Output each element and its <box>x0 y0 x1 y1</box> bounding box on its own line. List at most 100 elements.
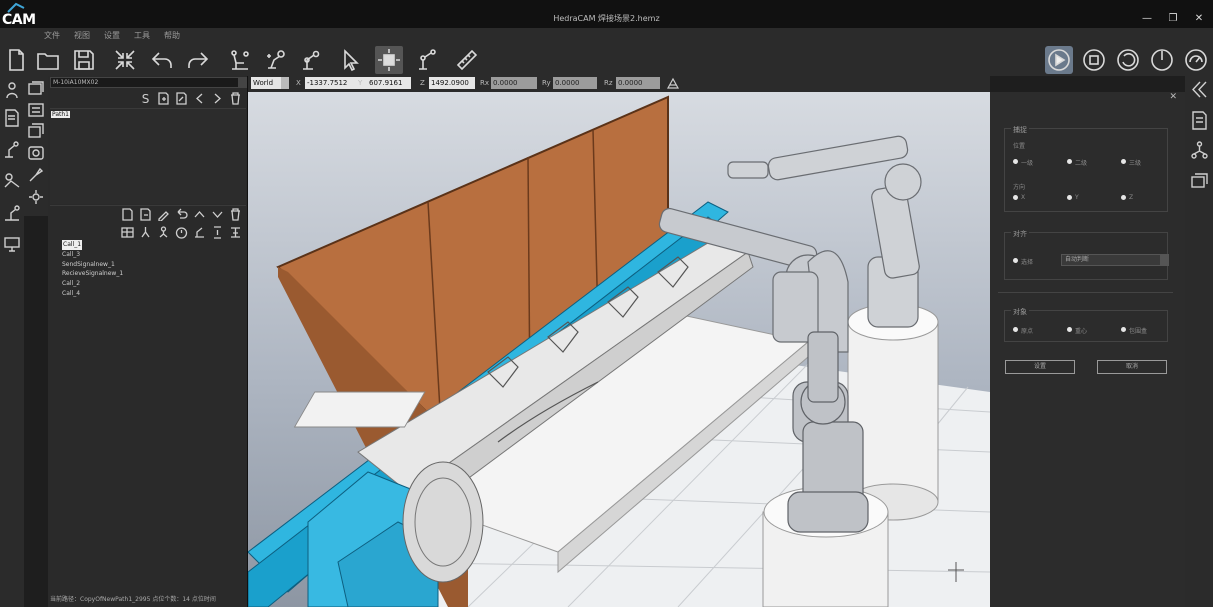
next-icon[interactable] <box>210 91 225 106</box>
robot-library-icon[interactable] <box>1 79 23 101</box>
ruler-icon[interactable] <box>453 46 481 74</box>
undo-icon[interactable] <box>148 46 176 74</box>
frame-selector[interactable]: World <box>251 77 289 89</box>
align-dropdown[interactable]: 自动判断 <box>1061 254 1169 266</box>
menu-file[interactable]: 文件 <box>44 30 60 41</box>
path-item[interactable]: Path1 <box>51 111 70 118</box>
robot-arm-icon[interactable] <box>1 138 23 160</box>
radio-origin[interactable]: 原点 <box>1013 326 1067 335</box>
frame-icon[interactable] <box>25 142 47 164</box>
insert-icon[interactable] <box>120 207 135 222</box>
tool-icon[interactable] <box>25 164 47 186</box>
signal-icon[interactable] <box>192 225 207 240</box>
radio-level3[interactable]: 三级 <box>1121 158 1175 167</box>
open-folder-icon[interactable] <box>34 46 62 74</box>
notes-icon[interactable] <box>1188 109 1210 131</box>
radio-level2[interactable]: 二级 <box>1067 158 1121 167</box>
table-icon[interactable] <box>120 225 135 240</box>
move-up-icon[interactable] <box>192 207 207 222</box>
layers-icon[interactable] <box>25 78 47 100</box>
robot-selector[interactable]: M-10iA10MX02 <box>50 77 247 88</box>
radio-select[interactable]: 选择 <box>1013 257 1067 266</box>
menu-help[interactable]: 帮助 <box>164 30 180 41</box>
move-down-icon[interactable] <box>210 207 225 222</box>
menu-settings[interactable]: 设置 <box>104 30 120 41</box>
menu-bar: 文件 视图 设置 工具 帮助 <box>0 28 1213 44</box>
list-item[interactable]: RecieveSignalnew_1 <box>62 269 123 279</box>
radio-dir-x[interactable]: X <box>1013 194 1067 201</box>
apply-button[interactable]: 设置 <box>1005 360 1075 374</box>
coord-rx-input[interactable]: 0.0000 <box>491 77 537 89</box>
radio-dir-y[interactable]: Y <box>1067 194 1121 201</box>
monitor-icon[interactable] <box>1 233 23 255</box>
insert-after-icon[interactable] <box>138 207 153 222</box>
settings-gear-icon[interactable] <box>25 186 47 208</box>
collapse-panel-icon[interactable] <box>1188 78 1210 100</box>
minimize-button[interactable]: — <box>1141 13 1153 24</box>
prev-icon[interactable] <box>192 91 207 106</box>
branch-icon[interactable] <box>138 225 153 240</box>
close-icon[interactable]: ✕ <box>1169 92 1177 102</box>
menu-tools[interactable]: 工具 <box>134 30 150 41</box>
call-list: Call_1 Call_3 SendSignalnew_1 RecieveSig… <box>62 240 123 299</box>
radio-bbox[interactable]: 包围盒 <box>1121 326 1175 335</box>
document-icon[interactable] <box>1 107 23 129</box>
redo-icon[interactable] <box>184 46 212 74</box>
reset-frame-icon[interactable] <box>666 77 680 90</box>
robot-path-icon[interactable] <box>226 46 254 74</box>
coord-y-input[interactable]: 607.9161 <box>367 77 411 89</box>
robot-cell-icon[interactable] <box>1 202 23 224</box>
right-vertical-toolbar <box>1185 76 1213 607</box>
properties-panel: ✕ 捕捉 位置 一级 二级 三级 方向 X Y Z 对齐 选择 自动判断 对象 … <box>990 92 1185 607</box>
coord-ry-input[interactable]: 0.0000 <box>553 77 597 89</box>
close-button[interactable]: ✕ <box>1193 13 1205 24</box>
coord-rz: Rz 0.0000 <box>604 77 664 89</box>
undo-small-icon[interactable] <box>174 207 189 222</box>
output-icon[interactable] <box>228 225 243 240</box>
gauge-icon[interactable] <box>1182 46 1210 74</box>
list-item[interactable]: Call_4 <box>62 289 123 299</box>
delete-call-icon[interactable] <box>228 207 243 222</box>
list-item[interactable]: Call_2 <box>62 279 123 289</box>
move-object-icon[interactable] <box>375 46 403 74</box>
robot-config-icon[interactable] <box>298 46 326 74</box>
timer-icon[interactable] <box>174 225 189 240</box>
workpiece-icon[interactable] <box>1 169 23 191</box>
radio-level1[interactable]: 一级 <box>1013 158 1067 167</box>
align-dropdown-value: 自动判断 <box>1065 256 1090 263</box>
path-edit-icon[interactable] <box>174 91 189 106</box>
edit-icon[interactable] <box>156 207 171 222</box>
list-item[interactable]: SendSignalnew_1 <box>62 260 123 270</box>
rotate-ccw-icon[interactable] <box>1114 46 1142 74</box>
collapse-arrows-icon[interactable] <box>111 46 139 74</box>
radio-dir-z[interactable]: Z <box>1121 194 1175 201</box>
windows-icon[interactable] <box>25 120 47 142</box>
menu-view[interactable]: 视图 <box>74 30 90 41</box>
restore-button[interactable]: ❐ <box>1167 13 1179 24</box>
robot-add-icon[interactable] <box>262 46 290 74</box>
robot-teach-icon[interactable] <box>413 46 441 74</box>
path-list-icon[interactable] <box>25 99 47 121</box>
tree-icon[interactable] <box>156 225 171 240</box>
coord-z-input[interactable]: 1492.0900 <box>429 77 475 89</box>
direction-label: 方向 <box>1013 184 1026 191</box>
rotate-cw-icon[interactable] <box>1148 46 1176 74</box>
3d-viewport[interactable] <box>248 92 990 607</box>
signal-s-icon[interactable]: S <box>138 91 153 106</box>
path-add-icon[interactable] <box>156 91 171 106</box>
list-item[interactable]: Call_1 <box>62 240 83 250</box>
divider <box>998 292 1173 293</box>
stop-icon[interactable] <box>1080 46 1108 74</box>
hierarchy-icon[interactable] <box>1188 139 1210 161</box>
screens-icon[interactable] <box>1188 170 1210 192</box>
list-item[interactable]: Call_3 <box>62 250 123 260</box>
wait-icon[interactable] <box>210 225 225 240</box>
delete-icon[interactable] <box>228 91 243 106</box>
play-icon[interactable] <box>1045 46 1073 74</box>
select-cursor-icon[interactable] <box>339 46 367 74</box>
cancel-button[interactable]: 取消 <box>1097 360 1167 374</box>
new-file-icon[interactable] <box>2 46 30 74</box>
save-icon[interactable] <box>70 46 98 74</box>
coord-rz-input[interactable]: 0.0000 <box>616 77 660 89</box>
radio-centroid[interactable]: 重心 <box>1067 326 1121 335</box>
